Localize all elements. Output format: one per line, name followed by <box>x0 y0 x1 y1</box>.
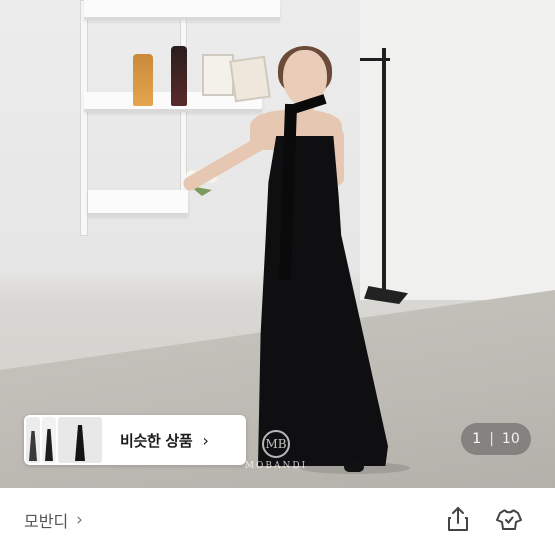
similar-thumbnail <box>42 417 56 463</box>
counter-separator: | <box>489 431 494 447</box>
store-link[interactable]: 모반디 › <box>24 508 83 532</box>
store-name: 모반디 <box>24 512 69 531</box>
bottle <box>171 46 187 106</box>
brand-watermark: MB MOBANDI <box>244 430 308 471</box>
chevron-right-icon: › <box>202 430 209 450</box>
current-page: 1 <box>472 431 482 447</box>
product-image[interactable]: MB MOBANDI 비슷한 상품 › 1 | 10 <box>0 0 555 488</box>
picture-frame <box>229 55 271 103</box>
wishlist-button[interactable] <box>494 504 524 534</box>
similar-products-label: 비슷한 상품 <box>120 431 193 450</box>
share-button[interactable] <box>443 504 473 534</box>
watermark-seal: MB <box>262 430 290 458</box>
background-wall <box>360 0 555 300</box>
total-pages: 10 <box>501 431 520 447</box>
shelf <box>84 0 280 20</box>
shelf-rail <box>80 0 88 236</box>
share-icon <box>448 507 468 531</box>
bottle <box>133 54 153 106</box>
coat-stand <box>382 48 386 293</box>
chevron-right-icon: › <box>76 510 83 530</box>
hanger-icon <box>496 509 522 530</box>
similar-thumbnails <box>26 417 102 463</box>
similar-thumbnail <box>26 417 40 463</box>
model-shoe <box>344 462 364 472</box>
shelf <box>88 190 188 216</box>
image-counter: 1 | 10 <box>461 423 531 455</box>
bottom-bar: 모반디 › <box>0 488 555 555</box>
similar-products-button[interactable]: 비슷한 상품 › <box>24 415 246 465</box>
watermark-text: MOBANDI <box>244 461 308 471</box>
similar-thumbnail <box>58 417 102 463</box>
